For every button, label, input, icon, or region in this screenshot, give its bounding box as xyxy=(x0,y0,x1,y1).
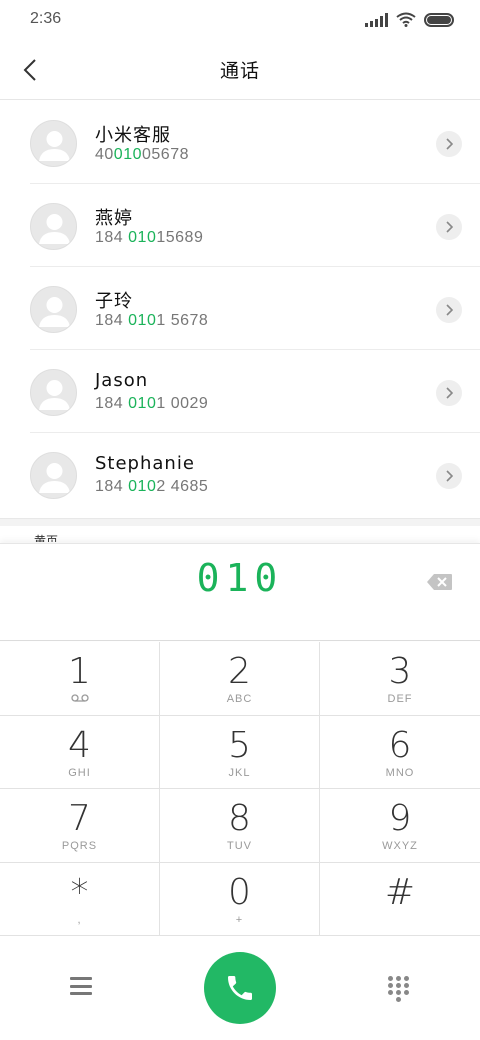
key-2[interactable]: 2 ABC xyxy=(160,642,320,716)
contact-row[interactable]: Stephanie 184 0102 4685 xyxy=(0,433,480,516)
key-0[interactable]: 0 + xyxy=(160,863,320,936)
contact-number: 184 0102 4685 xyxy=(95,478,209,495)
signal-icon xyxy=(365,12,388,27)
avatar xyxy=(30,369,77,416)
contact-number: 184 0101 0029 xyxy=(95,395,209,412)
contact-row[interactable]: 小米客服 4001005678 xyxy=(0,101,480,184)
key-5[interactable]: 5 JKL xyxy=(160,716,320,789)
contact-name: 小米客服 xyxy=(95,125,171,146)
contact-detail-button[interactable] xyxy=(436,214,462,240)
phone-icon xyxy=(228,976,252,1000)
dialed-number: 010 xyxy=(196,556,284,600)
dial-display: 010 xyxy=(0,543,480,641)
contact-detail-button[interactable] xyxy=(436,463,462,489)
wifi-icon xyxy=(396,12,416,27)
contact-detail-button[interactable] xyxy=(436,380,462,406)
contact-number: 184 0101 5678 xyxy=(95,312,209,329)
page-title: 通话 xyxy=(219,60,260,82)
section-label: 黄页 xyxy=(34,534,59,542)
bottom-bar xyxy=(0,936,480,1040)
key-4[interactable]: 4 GHI xyxy=(0,716,160,789)
chevron-right-icon xyxy=(446,470,453,482)
contact-detail-button[interactable] xyxy=(436,297,462,323)
chevron-right-icon xyxy=(446,221,453,233)
key-9[interactable]: 9 WXYZ xyxy=(320,789,480,863)
key-1[interactable]: 1 xyxy=(0,642,160,716)
contact-number: 4001005678 xyxy=(95,146,189,163)
chevron-right-icon xyxy=(446,387,453,399)
header: 通话 xyxy=(0,40,480,100)
status-time: 2:36 xyxy=(30,10,62,27)
contact-detail-button[interactable] xyxy=(436,131,462,157)
backspace-icon xyxy=(427,574,452,590)
avatar xyxy=(30,203,77,250)
contact-list: 小米客服 4001005678 燕婷 184 01015689 子玲 184 0… xyxy=(0,101,480,516)
key-3[interactable]: 3 DEF xyxy=(320,642,480,716)
contact-name: 子玲 xyxy=(95,291,133,312)
backspace-button[interactable] xyxy=(426,572,454,592)
menu-icon xyxy=(70,977,92,980)
contact-name: 燕婷 xyxy=(95,208,133,229)
key-hash[interactable]: # xyxy=(320,863,480,936)
chevron-right-icon xyxy=(446,304,453,316)
avatar xyxy=(30,286,77,333)
key-8[interactable]: 8 TUV xyxy=(160,789,320,863)
dialpad-icon xyxy=(388,976,393,981)
status-icons xyxy=(365,12,454,27)
status-bar: 2:36 xyxy=(0,0,480,40)
key-6[interactable]: 6 MNO xyxy=(320,716,480,789)
avatar xyxy=(30,452,77,499)
contact-row[interactable]: 子玲 184 0101 5678 xyxy=(0,267,480,350)
battery-icon xyxy=(424,12,454,27)
contact-number: 184 01015689 xyxy=(95,229,204,246)
contact-name: Jason xyxy=(95,370,149,391)
dialpad-toggle-button[interactable] xyxy=(388,976,410,1002)
chevron-right-icon xyxy=(446,138,453,150)
contact-row[interactable]: 燕婷 184 01015689 xyxy=(0,184,480,267)
avatar xyxy=(30,120,77,167)
key-7[interactable]: 7 PQRS xyxy=(0,789,160,863)
contact-name: Stephanie xyxy=(95,453,195,474)
menu-button[interactable] xyxy=(68,974,94,998)
call-button[interactable] xyxy=(204,952,276,1024)
voicemail-icon xyxy=(71,694,89,702)
contact-row[interactable]: Jason 184 0101 0029 xyxy=(0,350,480,433)
key-star[interactable]: * , xyxy=(0,863,160,936)
section-separator xyxy=(0,518,480,526)
keypad: 1 2 ABC 3 DEF 4 GHI 5 JKL 6 MNO 7 PQRS 8… xyxy=(0,642,480,936)
